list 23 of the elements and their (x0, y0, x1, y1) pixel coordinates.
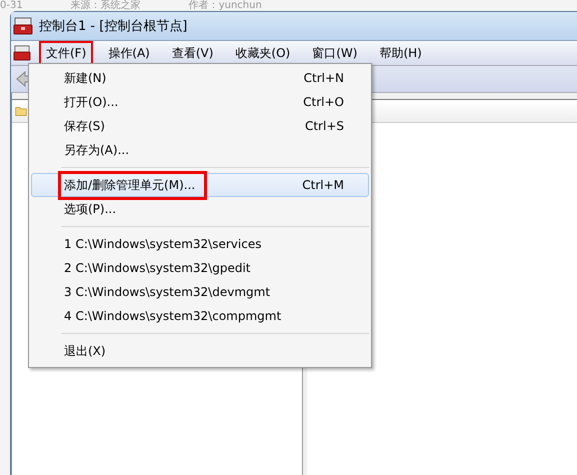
menu-item[interactable]: 操作(A) (101, 40, 157, 66)
menu-item[interactable]: 3 C:\Windows\system32\devmgmt (31, 280, 369, 304)
menu-item[interactable]: 保存(S) Ctrl+S (31, 114, 369, 138)
toolbox-icon (13, 45, 31, 61)
window-title: 控制台1 - [控制台根节点] (39, 18, 188, 35)
menu-item[interactable]: 查看(V) (164, 40, 220, 66)
menu-item[interactable]: 打开(O)... Ctrl+O (31, 90, 369, 114)
menu-item[interactable]: 选项(P)... (31, 197, 369, 221)
menu-item[interactable]: 2 C:\Windows\system32\gpedit (31, 256, 369, 280)
menu-item[interactable]: 文件(F) (39, 40, 94, 66)
menu-item[interactable]: 1 C:\Windows\system32\services (31, 232, 369, 256)
background-text: 作者：yunchun (188, 0, 262, 11)
background-text: 0-31 (0, 0, 23, 11)
menu-item[interactable]: 窗口(W) (305, 40, 364, 66)
menu-item[interactable]: 另存为(A)... (31, 138, 369, 162)
menu-item[interactable]: 新建(N) Ctrl+N (31, 66, 369, 90)
menu-item[interactable]: 退出(X) (31, 339, 369, 363)
folder-icon (15, 106, 27, 116)
toolbox-icon (13, 17, 33, 35)
menu-item[interactable]: 4 C:\Windows\system32\compmgmt (31, 304, 369, 328)
menu-item[interactable]: 收藏夹(O) (228, 40, 298, 66)
menu-item[interactable]: 帮助(H) (372, 40, 429, 66)
menu-item[interactable]: 添加/删除管理单元(M)... Ctrl+M (31, 173, 369, 197)
